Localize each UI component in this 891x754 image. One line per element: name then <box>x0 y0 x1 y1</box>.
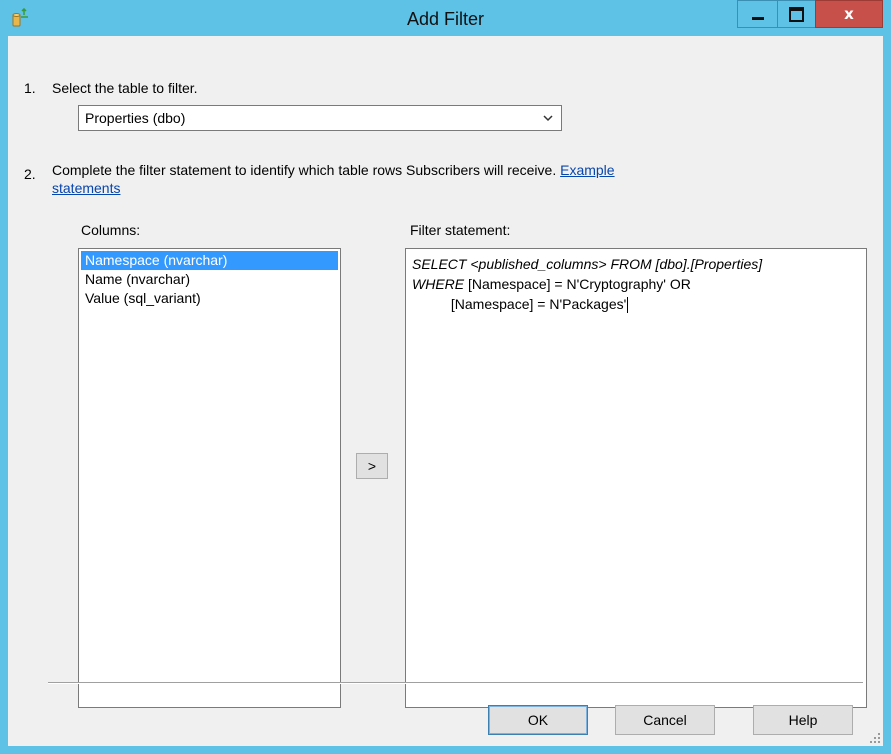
columns-list[interactable]: Namespace (nvarchar) Name (nvarchar) Val… <box>78 248 341 708</box>
columns-label: Columns: <box>81 222 141 238</box>
maximize-button[interactable] <box>777 0 815 28</box>
filter-line-or: [Namespace] = N'Packages' <box>412 294 860 314</box>
filter-statement-label: Filter statement: <box>410 222 511 238</box>
where-keyword: WHERE <box>412 276 465 292</box>
filter-line-where: WHERE [Namespace] = N'Cryptography' OR <box>412 274 860 294</box>
add-filter-dialog: Add Filter x 1. Select the table to filt… <box>0 0 891 754</box>
step-1-instruction: Select the table to filter. <box>52 80 198 96</box>
example-statements-link[interactable]: Example <box>560 162 614 178</box>
step-2-text: Complete the filter statement to identif… <box>52 162 557 178</box>
filter-line-select: SELECT <published_columns> FROM [dbo].[P… <box>412 256 763 272</box>
close-button[interactable]: x <box>815 0 883 28</box>
filter-statement-editor[interactable]: SELECT <published_columns> FROM [dbo].[P… <box>405 248 867 708</box>
ok-button[interactable]: OK <box>488 705 588 735</box>
or-condition: [Namespace] = N'Packages' <box>412 296 627 312</box>
maximize-icon <box>789 6 804 22</box>
table-select[interactable]: Properties (dbo) <box>78 105 562 131</box>
divider <box>48 682 863 684</box>
close-icon: x <box>844 5 854 23</box>
step-1-number: 1. <box>24 80 36 96</box>
table-select-value: Properties (dbo) <box>85 110 186 126</box>
add-column-button[interactable]: > <box>356 453 388 479</box>
list-item[interactable]: Namespace (nvarchar) <box>81 251 338 270</box>
step-2-instruction: Complete the filter statement to identif… <box>52 162 615 178</box>
list-item[interactable]: Name (nvarchar) <box>81 270 338 289</box>
dialog-body: 1. Select the table to filter. Propertie… <box>8 36 883 746</box>
list-item[interactable]: Value (sql_variant) <box>81 289 338 308</box>
resize-grip-icon[interactable] <box>869 732 881 744</box>
where-condition: [Namespace] = N'Cryptography' OR <box>464 276 691 292</box>
text-cursor <box>627 297 629 314</box>
cancel-button[interactable]: Cancel <box>615 705 715 735</box>
example-statements-link-2[interactable]: statements <box>52 180 120 196</box>
step-2-number: 2. <box>24 166 36 182</box>
minimize-button[interactable] <box>737 0 777 28</box>
chevron-down-icon <box>543 115 553 122</box>
help-button[interactable]: Help <box>753 705 853 735</box>
minimize-icon <box>751 16 764 20</box>
title-bar[interactable]: Add Filter x <box>0 0 891 36</box>
